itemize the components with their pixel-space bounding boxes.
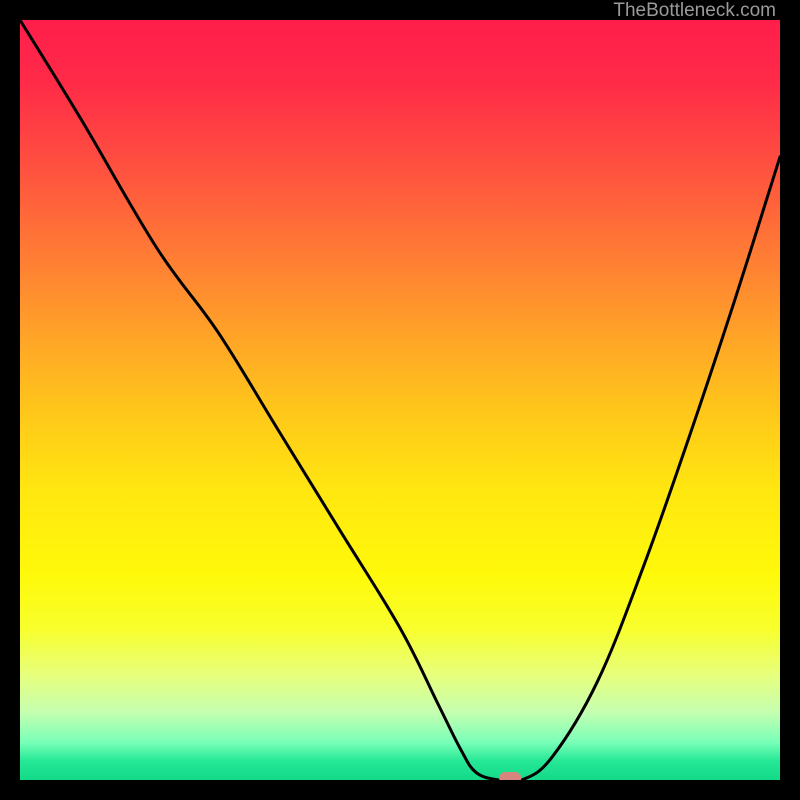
bottleneck-chart xyxy=(20,20,780,780)
watermark-text: TheBottleneck.com xyxy=(613,0,776,22)
optimal-marker xyxy=(499,772,521,780)
chart-svg xyxy=(20,20,780,780)
gradient-background xyxy=(20,20,780,780)
